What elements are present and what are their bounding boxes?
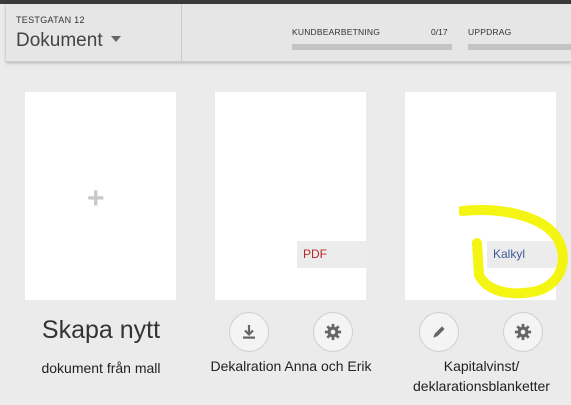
- progress-bar-uppdrag: [468, 44, 571, 50]
- download-icon: [243, 325, 255, 339]
- pdf-badge: PDF: [297, 241, 366, 268]
- create-document-card[interactable]: +: [25, 92, 176, 300]
- document-caption-kapital-line1: Kapitalvinst/: [443, 358, 520, 374]
- chevron-down-icon: [110, 36, 121, 42]
- document-card-dekl[interactable]: PDF: [215, 92, 366, 300]
- create-title[interactable]: Skapa nytt: [25, 316, 177, 345]
- document-caption-kapital-line2: deklarationsblanketter: [413, 378, 550, 394]
- progress-bar-kundbearbetning: [292, 44, 452, 50]
- address-label: TESTGATAN 12: [16, 15, 85, 25]
- progress-label-uppdrag: UPPDRAG: [468, 27, 512, 37]
- edit-button[interactable]: [419, 312, 459, 352]
- settings-button-dekl[interactable]: [313, 312, 353, 352]
- yellow-highlight-annotation: [459, 205, 568, 299]
- progress-label-kundbearbetning: KUNDBEARBETNING: [292, 27, 381, 37]
- settings-button-kapital[interactable]: [503, 312, 543, 352]
- plus-icon: +: [87, 182, 105, 215]
- section-title: Dokument: [16, 30, 103, 51]
- document-caption-dekl: Dekalration Anna och Erik: [210, 358, 372, 374]
- section-dropdown[interactable]: Dokument: [16, 30, 121, 52]
- document-caption-kapital: Kapitalvinst/ deklarationsblanketter: [400, 356, 563, 396]
- page-header: TESTGATAN 12 Dokument KUNDBEARBETNING 0/…: [6, 4, 571, 62]
- gear-icon: [324, 323, 342, 341]
- pencil-icon: [433, 326, 445, 338]
- progress-count-kundbearbetning: 0/17: [431, 27, 448, 37]
- header-divider: [181, 4, 182, 62]
- download-button[interactable]: [229, 312, 269, 352]
- gear-icon: [514, 323, 532, 341]
- create-subtitle: dokument från mall: [41, 360, 161, 376]
